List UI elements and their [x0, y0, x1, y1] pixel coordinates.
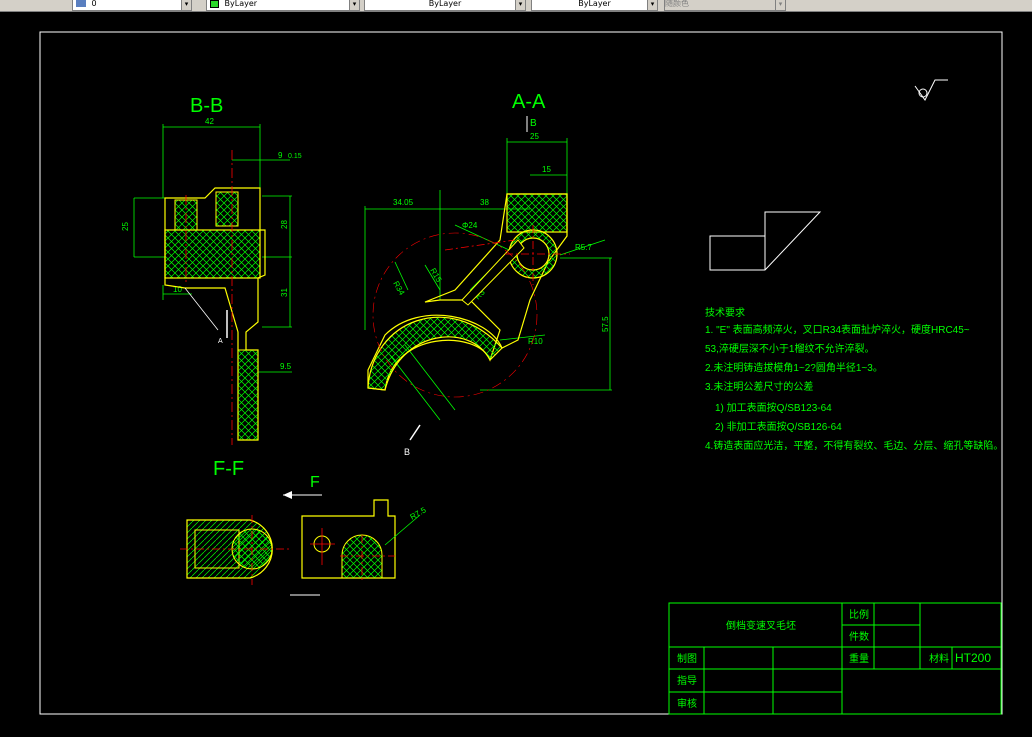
drawn-label: 制图 — [677, 652, 697, 665]
chevron-down-icon: ▾ — [647, 0, 657, 10]
technical-notes: 技术要求 1. "E" 表面高频淬火，叉口R34表面扯炉淬火，硬度HRC45~ … — [705, 306, 1003, 452]
dim-25v: 25 — [121, 222, 130, 231]
view-title-ff: F-F — [213, 458, 244, 480]
roughness-symbol-icon — [914, 79, 948, 101]
title-block[interactable]: 倒档变速叉毛坯 比例 件数 重量 材料 HT200 制图 指导 审核 — [668, 602, 1002, 715]
dim-r15: R15 — [428, 267, 443, 285]
view-aa[interactable]: A-A B 25 15 34.05 38 Φ24 R5.7 R34 R15 R3… — [364, 91, 612, 457]
plotstyle-value: 随颜色 — [665, 0, 689, 8]
dim-r57: R5.7 — [575, 243, 592, 252]
lineweight-dropdown[interactable]: ByLayer ▾ — [531, 0, 658, 11]
boss-hatch — [506, 193, 568, 233]
section-hatch — [164, 229, 261, 279]
dim-phi24: Φ24 — [462, 221, 478, 230]
section-mark-a: A — [218, 338, 223, 345]
dim-r10: R10 — [528, 337, 543, 346]
view-title-bb: B-B — [190, 95, 223, 117]
dim-28: 28 — [280, 220, 289, 229]
dim-9: 9 — [278, 151, 283, 160]
chevron-down-icon: ▾ — [349, 0, 359, 10]
note-line-7: 4.铸造表面应光洁，平整，不得有裂纹、毛边、分层、缩孔等缺陷。 — [705, 439, 1003, 452]
linetype-dropdown[interactable]: ByLayer ▾ — [364, 0, 526, 11]
section-mark-b-top: B — [530, 118, 537, 129]
view-bb[interactable]: B-B 42 9 0.15 25 28 31 10 9.5 A — [121, 95, 302, 445]
layer-name: 0 — [91, 0, 97, 8]
note-line-2: 53,淬硬层深不小于1榴纹不允许淬裂。 — [705, 342, 874, 355]
dim-38: 38 — [480, 198, 489, 207]
properties-toolbar: 0 ▾ ByLayer ▾ ByLayer ▾ ByLayer ▾ 随颜色 ▾ — [0, 0, 1032, 12]
layer-icon — [76, 0, 86, 7]
material-label: 材料 — [929, 652, 949, 665]
dim-42: 42 — [205, 117, 214, 126]
part-name: 倒档变速叉毛坯 — [726, 619, 796, 632]
check-label: 审核 — [677, 697, 697, 710]
note-line-4: 3.未注明公差尺寸的公差 — [705, 380, 813, 393]
note-line-5: 1) 加工表面按Q/SB123-64 — [715, 401, 832, 414]
view-title-aa: A-A — [512, 91, 546, 113]
drawing-canvas[interactable]: B-B 42 9 0.15 25 28 31 10 9.5 A A-A B 25… — [0, 12, 1032, 737]
note-line-3: 2.未注明铸造拔模角1~2?圆角半径1~3。 — [705, 361, 883, 374]
color-swatch-icon — [210, 0, 219, 8]
note-line-1: 1. "E" 表面高频淬火，叉口R34表面扯炉淬火，硬度HRC45~ — [705, 323, 970, 336]
lineweight-value: ByLayer — [578, 0, 611, 8]
dim-015: 0.15 — [288, 153, 302, 160]
view-ff[interactable]: F-F F R7.5 — [180, 458, 429, 596]
color-dropdown[interactable]: ByLayer ▾ — [206, 0, 360, 11]
weight-label: 重量 — [849, 652, 869, 665]
fork-arm-hatch — [367, 316, 503, 391]
color-value: ByLayer — [224, 0, 258, 8]
dim-34: 34.05 — [393, 198, 414, 207]
chevron-down-icon: ▾ — [775, 0, 785, 10]
chevron-down-icon: ▾ — [181, 0, 191, 10]
note-line-6: 2) 非加工表面按Q/SB126-64 — [715, 420, 842, 433]
notes-title: 技术要求 — [705, 306, 745, 319]
view-arrow-f: F — [310, 474, 320, 491]
material-value: HT200 — [955, 651, 991, 665]
dim-95: 9.5 — [280, 362, 292, 371]
dim-15: 15 — [542, 165, 551, 174]
scale-label: 比例 — [849, 608, 869, 621]
linetype-value: ByLayer — [428, 0, 462, 8]
dim-25h: 25 — [530, 132, 539, 141]
chevron-down-icon: ▾ — [515, 0, 525, 10]
layer-dropdown[interactable]: 0 ▾ — [72, 0, 192, 11]
plotstyle-dropdown[interactable]: 随颜色 ▾ — [664, 0, 786, 11]
qty-label: 件数 — [849, 630, 869, 643]
dim-31: 31 — [280, 288, 289, 297]
section-mark-b: B — [404, 447, 410, 457]
dim-r75: R7.5 — [409, 505, 429, 522]
dim-575: 57.5 — [601, 316, 610, 332]
guide-label: 指导 — [677, 674, 697, 687]
